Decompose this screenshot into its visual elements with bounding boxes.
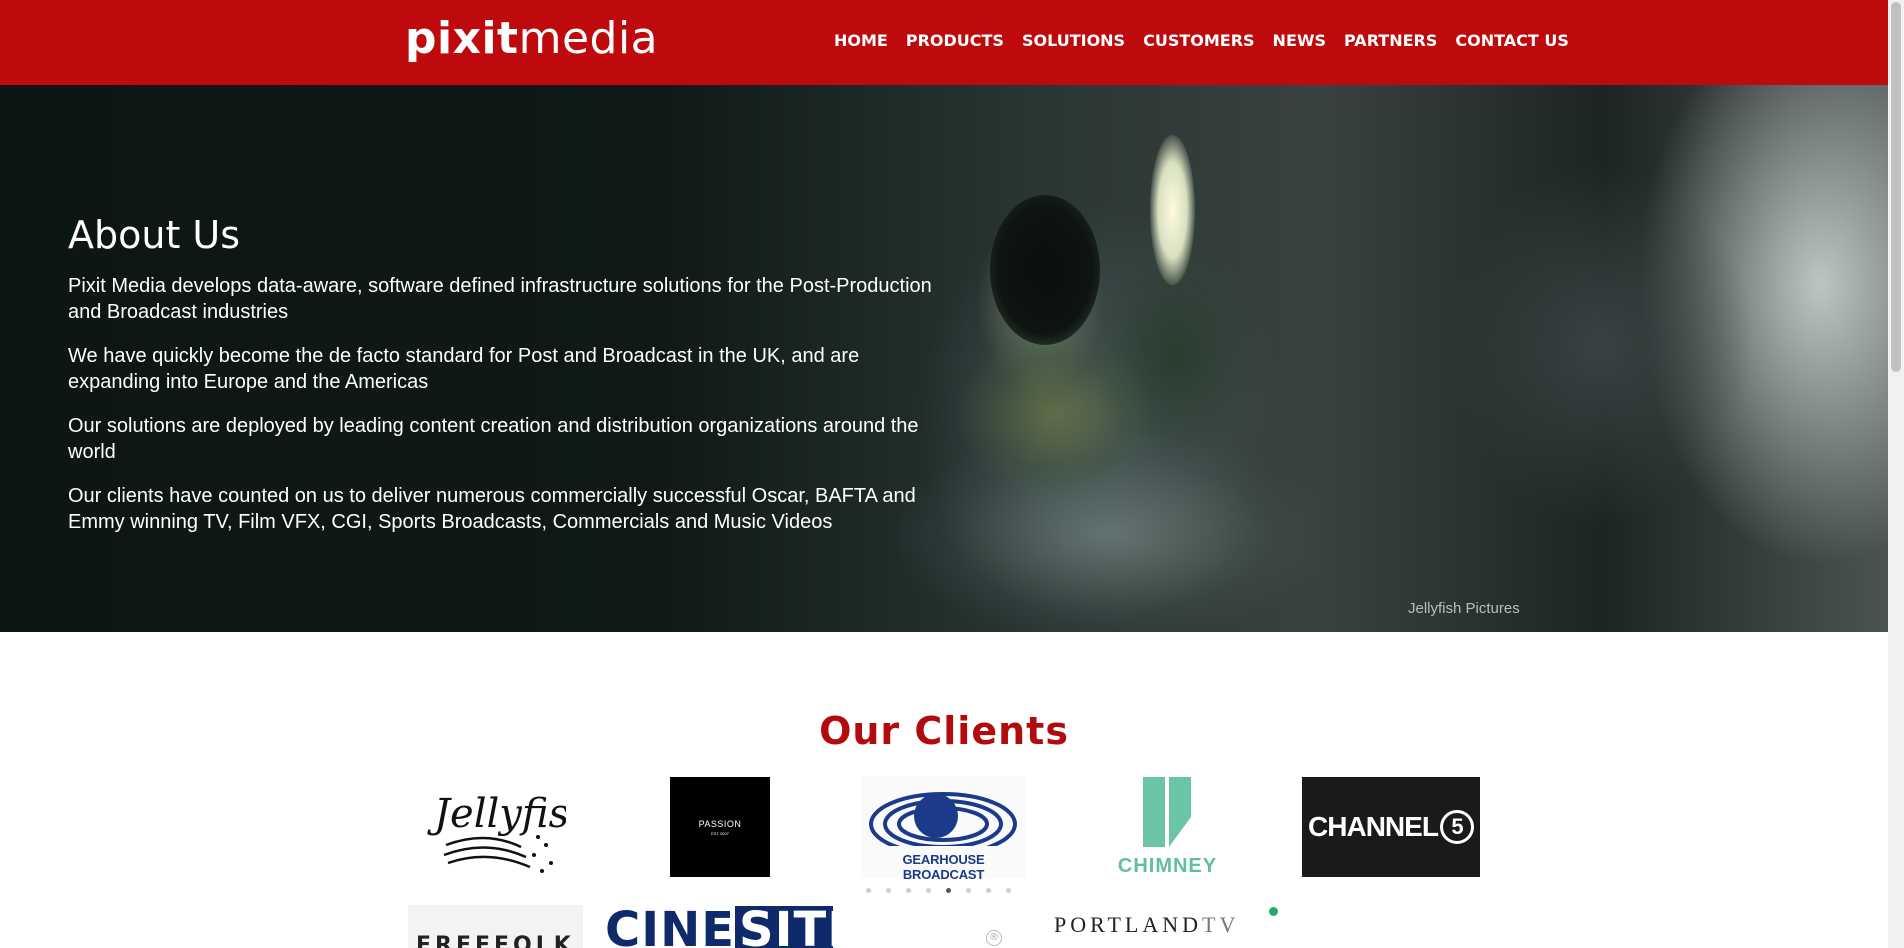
about-section: About Us Pixit Media develops data-aware…	[68, 213, 948, 535]
nav-contact-us[interactable]: CONTACT US	[1455, 30, 1569, 52]
cinesite-logo-text-b: SITE	[735, 906, 833, 948]
scrollbar-thumb[interactable]	[1891, 2, 1901, 372]
passion-logo[interactable]: PASSION EST 2007	[670, 777, 770, 877]
passion-logo-title: PASSION	[698, 818, 742, 829]
chimney-logo[interactable]: CHIMNEY	[1115, 777, 1220, 880]
logo-bold-text: pixit	[405, 13, 519, 64]
channel5-logo[interactable]: CHANNEL 5	[1302, 777, 1480, 877]
carousel-dot-active[interactable]	[946, 888, 951, 893]
portland-logo-tv: TV	[1202, 912, 1240, 937]
carousel-dot[interactable]	[906, 888, 911, 893]
nav-solutions[interactable]: SOLUTIONS	[1022, 30, 1125, 52]
about-paragraph-4: Our clients have counted on us to delive…	[68, 485, 916, 533]
cinesite-logo[interactable]: CINESITE	[605, 906, 833, 948]
chimney-logo-text: CHIMNEY	[1117, 855, 1218, 877]
about-title: About Us	[68, 213, 241, 257]
hero-image-pupil	[990, 195, 1100, 345]
hero-image-iris	[960, 335, 1150, 495]
channel5-logo-text: CHANNEL	[1308, 811, 1439, 842]
carousel-dot[interactable]	[926, 888, 931, 893]
about-paragraph-2: We have quickly become the de facto stan…	[68, 345, 860, 393]
jellyfish-logo[interactable]: Jellyfish	[426, 775, 595, 880]
gearhouse-logo-text: GEARHOUSE BROADCAST	[902, 852, 985, 882]
cinesite-logo-text-a: CINE	[605, 906, 736, 948]
gearhouse-globe-art	[861, 792, 1026, 856]
portland-tv-dot-icon	[1269, 907, 1278, 916]
chimney-logo-art	[1143, 777, 1191, 847]
registered-mark-icon: ®	[986, 930, 1002, 946]
logo-light-text: media	[518, 13, 659, 64]
portland-tv-logo[interactable]: PORTLANDTV	[1054, 910, 1254, 940]
svg-text:Jellyfish: Jellyfish	[427, 791, 566, 837]
carousel-dot[interactable]	[986, 888, 991, 893]
nav-home[interactable]: HOME	[834, 30, 888, 52]
freefolk-logo-text: FREEFOLK	[416, 933, 575, 948]
carousel-dot[interactable]	[1006, 888, 1011, 893]
site-header: pixitmedia HOME PRODUCTS SOLUTIONS CUSTO…	[0, 0, 1888, 85]
pixitmedia-logo[interactable]: pixitmedia	[405, 14, 658, 64]
page-scrollbar[interactable]	[1888, 0, 1904, 948]
main-nav: HOME PRODUCTS SOLUTIONS CUSTOMERS NEWS P…	[834, 30, 1587, 52]
nav-news[interactable]: NEWS	[1273, 30, 1327, 52]
nav-partners[interactable]: PARTNERS	[1344, 30, 1437, 52]
channel5-logo-number: 5	[1439, 810, 1474, 844]
image-credit: Jellyfish Pictures	[1408, 600, 1520, 617]
nav-products[interactable]: PRODUCTS	[906, 30, 1004, 52]
client-logo-partial[interactable]: ®	[880, 926, 1010, 948]
portland-logo-text: PORTLAND	[1054, 912, 1203, 937]
carousel-dot[interactable]	[866, 888, 871, 893]
jellyfish-logo-art: Jellyfish	[427, 791, 595, 873]
passion-logo-sub: EST 2007	[711, 830, 729, 836]
freefolk-logo[interactable]: FREEFOLK	[408, 905, 583, 948]
carousel-dots	[866, 888, 1026, 893]
hero-banner: About Us Pixit Media develops data-aware…	[0, 85, 1888, 632]
hero-image-highlight	[1150, 135, 1195, 285]
gearhouse-broadcast-logo[interactable]: GEARHOUSE BROADCAST	[861, 776, 1026, 882]
clients-title: Our Clients	[819, 708, 1069, 753]
about-paragraph-3: Our solutions are deployed by leading co…	[68, 415, 919, 463]
carousel-dot[interactable]	[966, 888, 971, 893]
carousel-dot[interactable]	[886, 888, 891, 893]
nav-customers[interactable]: CUSTOMERS	[1143, 30, 1254, 52]
about-paragraph-1: Pixit Media develops data-aware, softwar…	[68, 275, 932, 323]
